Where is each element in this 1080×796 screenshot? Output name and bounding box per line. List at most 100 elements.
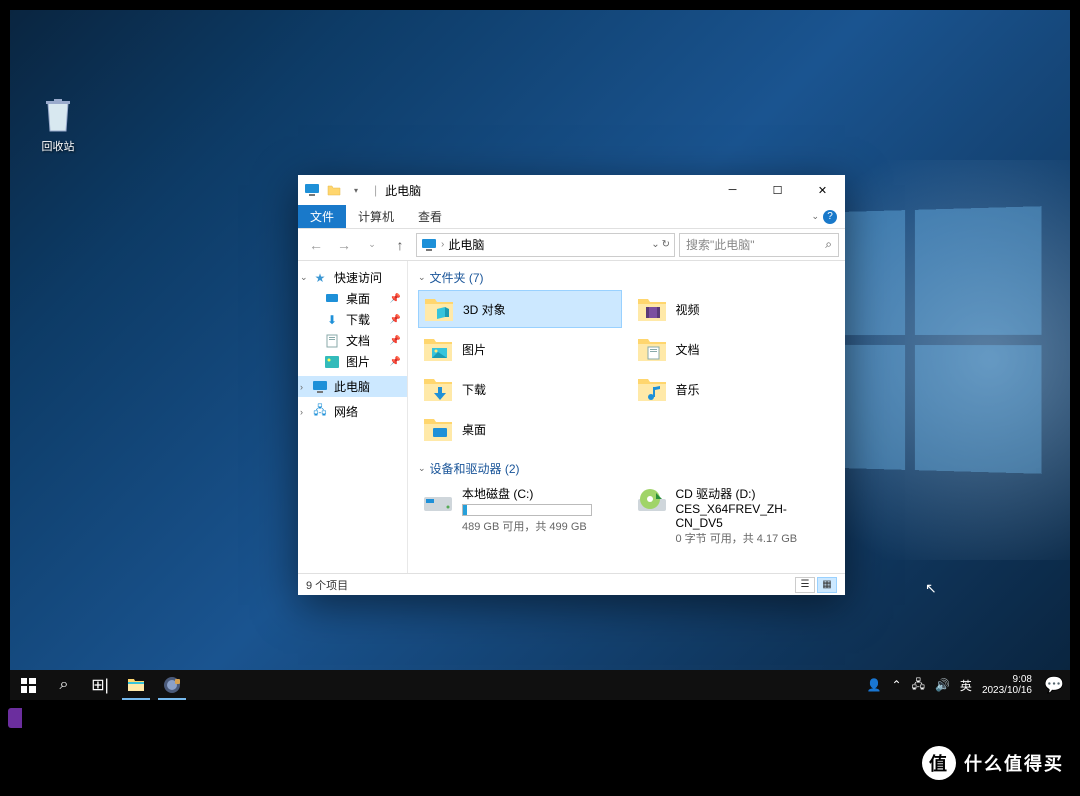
folder-icon [636, 333, 668, 365]
titlebar[interactable]: ▾ | 此电脑 ─ ☐ ✕ [298, 175, 845, 205]
folder-documents[interactable]: 文档 [632, 330, 836, 368]
folder-music[interactable]: 音乐 [632, 370, 836, 408]
notification-icon: 💬 [1044, 675, 1064, 695]
pc-icon [312, 379, 328, 395]
pin-icon: 📌 [390, 314, 401, 325]
task-view-button[interactable]: ⊞| [82, 670, 118, 700]
sidebar-desktop[interactable]: 桌面 📌 [298, 288, 407, 309]
address-dropdown-icon[interactable]: ⌄ [651, 239, 659, 250]
details-view-button[interactable]: ☰ [795, 577, 815, 593]
folder-icon [636, 293, 668, 325]
navigation-pane: ⌄ ★ 快速访问 桌面 📌 ⬇ 下载 📌 文档 📌 [298, 261, 408, 573]
folder-pictures[interactable]: 图片 [418, 330, 622, 368]
sidebar-downloads[interactable]: ⬇ 下载 📌 [298, 309, 407, 330]
drive-usage-bar [462, 504, 592, 516]
folder-small-icon[interactable] [326, 182, 342, 198]
group-label: 设备和驱动器 (2) [430, 460, 520, 477]
up-button[interactable]: ↑ [388, 233, 412, 257]
minimize-button[interactable]: ─ [710, 175, 755, 205]
chevron-down-icon: ⌄ [418, 272, 426, 283]
icons-view-button[interactable]: ▦ [817, 577, 837, 593]
status-text: 9 个项目 [306, 577, 348, 593]
sidebar-this-pc[interactable]: › 此电脑 [298, 376, 407, 397]
search-icon[interactable]: ⌕ [825, 237, 832, 252]
forward-button[interactable]: → [332, 233, 356, 257]
drive-icon [422, 485, 454, 517]
qat-dropdown-icon[interactable]: ▾ [348, 182, 364, 198]
tab-file[interactable]: 文件 [298, 205, 346, 228]
desktop-icon [324, 291, 340, 307]
folder-label: 3D 对象 [463, 301, 506, 318]
help-icon[interactable]: ? [823, 210, 837, 224]
ime-indicator[interactable]: 英 [960, 677, 972, 694]
folder-icon [423, 293, 455, 325]
chevron-down-icon: ⌄ [418, 463, 426, 474]
sidebar-item-label: 下载 [346, 311, 370, 328]
search-icon: ⌕ [60, 676, 69, 694]
folder-3d-objects[interactable]: 3D 对象 [418, 290, 622, 328]
taskbar-explorer[interactable] [118, 670, 154, 700]
ribbon-expand-icon[interactable]: ⌄ [811, 211, 819, 222]
folder-icon [422, 373, 454, 405]
search-input[interactable] [686, 238, 806, 252]
taskbar: ⌕ ⊞| 👤 ⌃ 🖧 🔊 英 9:08 2023/10/16 💬 [10, 670, 1070, 700]
sidebar-item-label: 文档 [346, 332, 370, 349]
group-folders[interactable]: ⌄ 文件夹 (7) [418, 267, 835, 290]
tab-view[interactable]: 查看 [406, 205, 454, 228]
group-drives[interactable]: ⌄ 设备和驱动器 (2) [418, 458, 835, 481]
folder-label: 文档 [676, 341, 700, 358]
dvd-drive-icon [636, 485, 668, 517]
sidebar-pictures[interactable]: 图片 📌 [298, 351, 407, 372]
file-explorer-window: ▾ | 此电脑 ─ ☐ ✕ 文件 计算机 查看 ⌄ ? ← → [298, 175, 845, 595]
sidebar-quick-access[interactable]: ⌄ ★ 快速访问 [298, 267, 407, 288]
close-button[interactable]: ✕ [800, 175, 845, 205]
sidebar-network[interactable]: › 🖧 网络 [298, 401, 407, 422]
sidebar-item-label: 此电脑 [334, 378, 370, 395]
drive-c[interactable]: 本地磁盘 (C:) 489 GB 可用，共 499 GB [418, 481, 622, 550]
watermark-badge-icon: 值 [922, 746, 956, 780]
pin-icon: 📌 [390, 293, 401, 304]
people-icon[interactable]: 👤 [867, 678, 882, 692]
drive-d[interactable]: CD 驱动器 (D:) CES_X64FREV_ZH-CN_DV5 0 字节 可… [632, 481, 836, 550]
sidebar-documents[interactable]: 文档 📌 [298, 330, 407, 351]
taskview-icon: ⊞| [91, 675, 109, 695]
search-box[interactable]: ⌕ [679, 233, 839, 257]
side-tab[interactable] [8, 708, 22, 728]
drive-label: CD 驱动器 (D:) [676, 485, 832, 502]
sidebar-item-label: 快速访问 [334, 269, 382, 286]
folder-label: 图片 [462, 341, 486, 358]
window-title: | 此电脑 [370, 182, 421, 199]
ribbon-tabs: 文件 计算机 查看 ⌄ ? [298, 205, 845, 229]
tab-computer[interactable]: 计算机 [346, 205, 406, 228]
tray-chevron-icon[interactable]: ⌃ [892, 678, 902, 692]
desktop[interactable]: 回收站 ▾ | 此电脑 ─ ☐ ✕ 文件 计算机 查看 [10, 10, 1070, 670]
back-button[interactable]: ← [304, 233, 328, 257]
folder-videos[interactable]: 视频 [632, 290, 836, 328]
breadcrumb[interactable]: 此电脑 [448, 236, 484, 253]
window-title-text: 此电脑 [385, 182, 421, 199]
action-center-button[interactable]: 💬 [1038, 670, 1070, 700]
drive-stat: 0 字节 可用，共 4.17 GB [676, 530, 832, 546]
volume-icon[interactable]: 🔊 [935, 678, 950, 692]
download-icon: ⬇ [324, 312, 340, 328]
folder-label: 下载 [462, 381, 486, 398]
start-button[interactable] [10, 670, 46, 700]
address-bar[interactable]: › 此电脑 ⌄ ↻ [416, 233, 675, 257]
network-tray-icon[interactable]: 🖧 [912, 675, 925, 696]
picture-icon [324, 354, 340, 370]
clock[interactable]: 9:08 2023/10/16 [982, 674, 1032, 696]
maximize-button[interactable]: ☐ [755, 175, 800, 205]
search-button[interactable]: ⌕ [46, 670, 82, 700]
taskbar-app[interactable] [154, 670, 190, 700]
pin-icon: 📌 [390, 335, 401, 346]
sidebar-item-label: 桌面 [346, 290, 370, 307]
mouse-cursor: ↖ [925, 580, 937, 597]
refresh-icon[interactable]: ↻ [662, 239, 670, 250]
folder-downloads[interactable]: 下载 [418, 370, 622, 408]
recycle-bin-icon[interactable]: 回收站 [28, 95, 88, 155]
folder-desktop[interactable]: 桌面 [418, 410, 622, 448]
content-pane: ⌄ 文件夹 (7) 3D 对象 视频 图片 [408, 261, 845, 573]
recent-dropdown-icon[interactable]: ⌄ [360, 233, 384, 257]
network-icon: 🖧 [312, 404, 328, 420]
document-icon [324, 333, 340, 349]
